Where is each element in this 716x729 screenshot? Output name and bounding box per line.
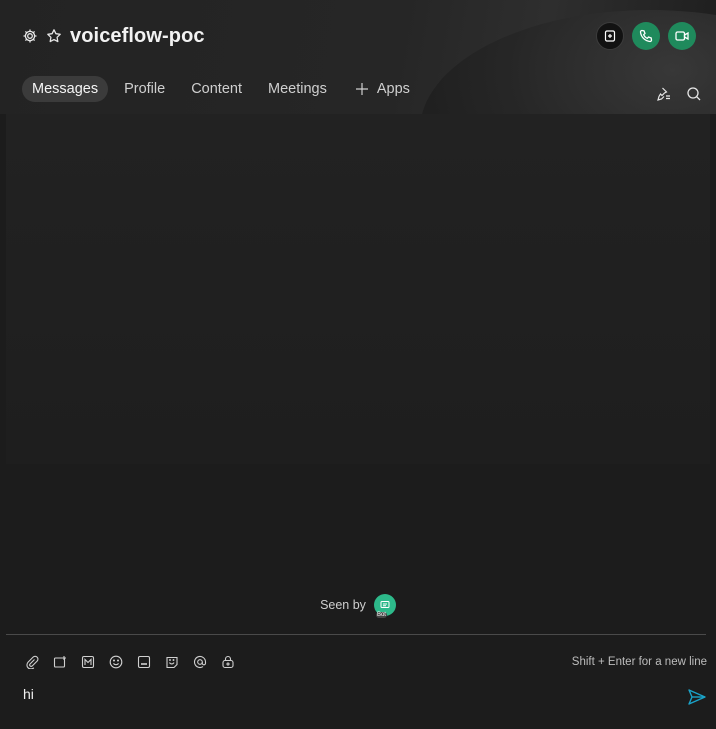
header-tools	[656, 86, 702, 107]
send-icon[interactable]	[687, 688, 707, 711]
call-button[interactable]	[632, 22, 660, 50]
gear-icon[interactable]	[22, 28, 38, 44]
plus-icon	[355, 83, 368, 95]
gif-icon[interactable]	[136, 654, 152, 670]
markdown-icon[interactable]	[80, 654, 96, 670]
mention-icon[interactable]	[192, 654, 208, 670]
pinned-messages-icon[interactable]	[656, 86, 672, 107]
emoji-icon[interactable]	[108, 654, 124, 670]
video-call-button[interactable]	[668, 22, 696, 50]
apps-label: Apps	[376, 81, 410, 97]
composer-toolbar	[24, 654, 236, 670]
seen-by-label: Seen by	[320, 598, 366, 612]
star-icon[interactable]	[46, 28, 62, 44]
message-input[interactable]: hi	[23, 686, 34, 702]
video-icon	[675, 31, 689, 41]
add-to-space-icon	[604, 30, 616, 42]
message-list	[6, 114, 710, 464]
bot-icon	[380, 601, 390, 608]
secure-icon[interactable]	[220, 654, 236, 670]
attach-icon[interactable]	[24, 654, 40, 670]
add-to-space-button[interactable]	[596, 22, 624, 50]
search-icon[interactable]	[686, 86, 702, 107]
sticker-icon[interactable]	[164, 654, 180, 670]
tab-profile[interactable]: Profile	[114, 76, 175, 102]
composer-hint: Shift + Enter for a new line	[571, 656, 707, 668]
read-receipts: Seen by Bot	[0, 594, 716, 618]
space-tabs: Messages Profile Content Meetings Apps	[22, 76, 420, 102]
screenshot-icon[interactable]	[52, 654, 68, 670]
tab-meetings[interactable]: Meetings	[258, 76, 337, 102]
bot-badge: Bot	[375, 612, 387, 618]
header-actions	[596, 22, 696, 50]
composer-divider	[6, 634, 706, 635]
space-header: voiceflow-poc Messages Profile Content M…	[0, 0, 716, 114]
title-row: voiceflow-poc	[22, 24, 205, 48]
tab-content[interactable]: Content	[181, 76, 252, 102]
space-title: voiceflow-poc	[70, 24, 205, 47]
tab-messages[interactable]: Messages	[22, 76, 109, 102]
avatar[interactable]: Bot	[373, 594, 396, 618]
tab-apps[interactable]: Apps	[345, 76, 420, 102]
phone-icon	[639, 29, 653, 43]
